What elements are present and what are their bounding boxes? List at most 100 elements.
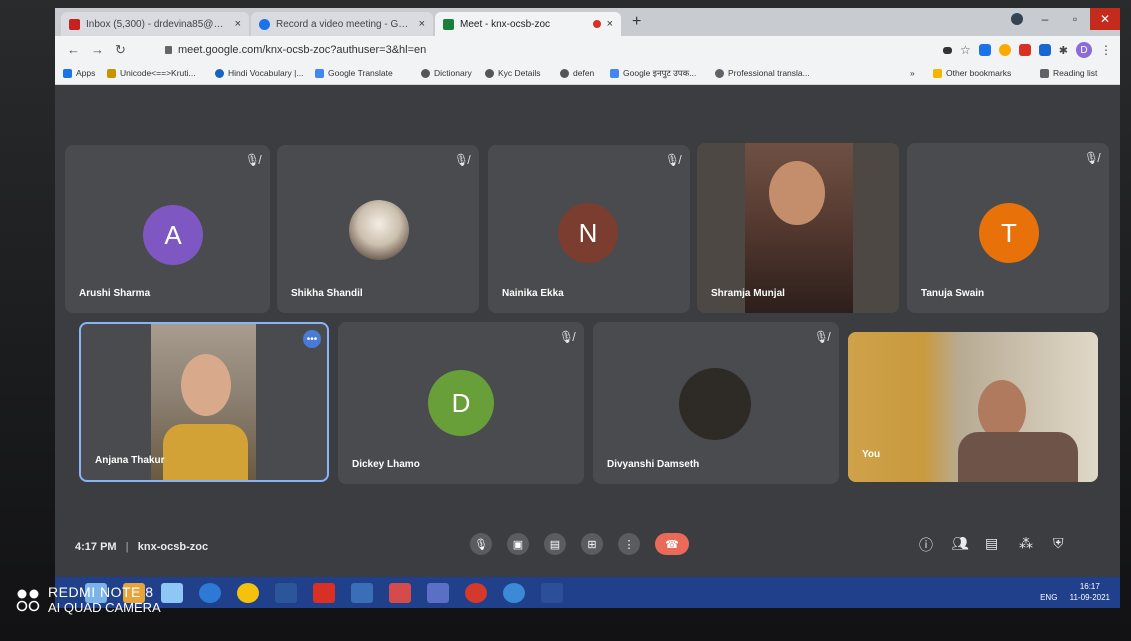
bookmark-item[interactable]: Google इनपुट उपक... — [610, 68, 696, 79]
participant-name: You — [862, 449, 881, 460]
avatar: D — [428, 370, 494, 436]
more-options-icon[interactable]: ••• — [303, 330, 321, 348]
bookmarks-bar: Apps Unicode<==>Kruti... Hindi Vocabular… — [55, 64, 1120, 85]
tab-gmail[interactable]: Inbox (5,300) - drdevina85@gma × — [61, 12, 249, 36]
participant-tile[interactable]: 🎙︎̸ A Arushi Sharma — [65, 145, 270, 313]
folder-icon — [933, 68, 942, 78]
forward-icon[interactable]: → — [91, 42, 104, 57]
bookmark-label: Google इनपुट उपक... — [623, 68, 697, 78]
extension-icon[interactable] — [1038, 44, 1051, 56]
pdf-extension-icon[interactable] — [1018, 44, 1031, 56]
star-icon[interactable]: ☆ — [960, 43, 971, 57]
menu-icon[interactable]: ⋮ — [1100, 43, 1112, 57]
host-controls-icon[interactable]: ⛨ — [1053, 535, 1064, 552]
bookmark-item[interactable]: Kyc Details — [485, 68, 541, 78]
extension-icon[interactable] — [978, 44, 991, 56]
face-image — [769, 161, 825, 225]
app-icon[interactable] — [541, 582, 563, 603]
separator: | — [125, 541, 129, 553]
file-explorer-icon[interactable] — [161, 582, 183, 603]
meet-stage: 🎙︎̸ A Arushi Sharma 🎙︎̸ Shikha Shandil 🎙… — [55, 85, 1120, 577]
tab-record-video[interactable]: Record a video meeting - Google × — [251, 12, 433, 36]
recording-dot-icon — [592, 20, 601, 28]
bookmark-item[interactable]: Unicode<==>Kruti... — [107, 68, 196, 78]
bookmark-favicon-icon — [215, 68, 224, 78]
close-icon[interactable]: × — [419, 18, 425, 30]
camera-icon[interactable] — [943, 46, 953, 54]
chrome-icon[interactable] — [237, 582, 259, 603]
people-icon[interactable]: 👥︎ — [951, 535, 969, 552]
bookmark-label: Other bookmarks — [946, 68, 1012, 78]
participant-tile-self[interactable]: You — [848, 332, 1098, 482]
other-bookmarks[interactable]: Other bookmarks — [933, 68, 1011, 78]
back-icon[interactable]: ← — [67, 42, 80, 57]
present-button[interactable]: ⊞ — [581, 533, 603, 555]
bookmark-label: Hindi Vocabulary |... — [228, 68, 304, 78]
participant-name: Arushi Sharma — [79, 288, 151, 299]
participant-tile[interactable]: 🎙︎̸ N Nainika Ekka — [488, 145, 690, 313]
app-icon[interactable] — [351, 582, 373, 603]
tab-gmail-title: Inbox (5,300) - drdevina85@gma — [86, 18, 229, 30]
participant-name: Divyanshi Damseth — [607, 459, 700, 470]
bookmark-item[interactable]: Google Translate — [315, 68, 393, 78]
face-image — [978, 380, 1026, 440]
mic-off-icon: 🎙︎̸ — [664, 153, 680, 167]
profile-avatar[interactable]: D — [1076, 42, 1092, 58]
participant-tile[interactable]: 🎙︎̸ Divyanshi Damseth — [593, 322, 839, 484]
edge-icon[interactable] — [503, 582, 525, 603]
new-tab-button[interactable]: + — [632, 13, 641, 31]
clothing-image — [163, 424, 248, 480]
word-icon[interactable] — [275, 582, 297, 603]
tab-record-title: Record a video meeting - Google — [276, 18, 413, 30]
info-icon[interactable]: ⓘ — [919, 535, 933, 555]
captions-button[interactable]: ▤ — [544, 533, 566, 555]
internet-explorer-icon[interactable] — [199, 582, 221, 603]
participant-tile[interactable]: Shramja Munjal — [697, 143, 899, 313]
clock-date[interactable]: 11-09-2021 — [1070, 593, 1110, 602]
avatar: T — [979, 203, 1039, 263]
globe-icon — [560, 68, 569, 78]
minimize-button[interactable]: – — [1030, 8, 1060, 30]
reading-list[interactable]: Reading list — [1040, 68, 1097, 78]
bookmarks-overflow-icon[interactable]: » — [910, 68, 915, 78]
apps-icon — [63, 68, 72, 78]
bookmark-item[interactable]: Dictionary — [421, 68, 472, 78]
acrobat-icon[interactable] — [313, 582, 335, 603]
participant-tile-active[interactable]: ••• Anjana Thakur — [79, 322, 329, 482]
bookmark-item[interactable]: Hindi Vocabulary |... — [215, 68, 303, 78]
activities-icon[interactable]: ⁂ — [1019, 535, 1033, 552]
reload-icon[interactable]: ↻ — [115, 42, 126, 58]
participant-tile[interactable]: 🎙︎̸ T Tanuja Swain — [907, 143, 1109, 313]
more-options-button[interactable]: ⋮ — [618, 533, 640, 555]
teams-icon[interactable] — [427, 582, 449, 603]
opera-icon[interactable] — [465, 582, 487, 603]
url-field[interactable]: meet.google.com/knx-ocsb-zoc?authuser=3&… — [155, 40, 775, 60]
profile-icon[interactable] — [1004, 8, 1030, 30]
bookmark-item[interactable]: Professional transla... — [715, 68, 810, 78]
leave-call-button[interactable]: ☎ — [655, 533, 689, 555]
language-indicator[interactable]: ENG — [1040, 593, 1057, 602]
window-close-button[interactable]: ✕ — [1090, 8, 1120, 30]
bookmark-label: defen — [573, 68, 595, 78]
bookmark-apps[interactable]: Apps — [63, 68, 95, 78]
extension-icon[interactable] — [998, 44, 1011, 56]
url-text: meet.google.com/knx-ocsb-zoc?authuser=3&… — [178, 44, 427, 56]
participant-tile[interactable]: 🎙︎̸ D Dickey Lhamo — [338, 322, 584, 484]
close-icon[interactable]: × — [607, 18, 613, 30]
tab-meet[interactable]: Meet - knx-ocsb-zoc × — [435, 12, 621, 36]
participant-name: Shramja Munjal — [711, 288, 785, 299]
app-icon[interactable] — [389, 582, 411, 603]
close-icon[interactable]: × — [235, 18, 241, 30]
bookmark-item[interactable]: defen — [560, 68, 594, 78]
participant-tile[interactable]: 🎙︎̸ Shikha Shandil — [277, 145, 479, 313]
avatar: N — [558, 203, 618, 263]
camera-button[interactable]: ▣ — [507, 533, 529, 555]
clock-time[interactable]: 16:17 — [1080, 582, 1100, 591]
chat-icon[interactable]: ▤ — [985, 535, 998, 552]
lock-icon — [165, 46, 172, 55]
mic-button[interactable]: 🎙︎ — [470, 533, 492, 555]
avatar — [349, 200, 409, 260]
puzzle-icon[interactable]: ✱ — [1059, 44, 1068, 57]
maximize-button[interactable]: ▫ — [1060, 8, 1090, 30]
google-icon — [610, 69, 619, 78]
